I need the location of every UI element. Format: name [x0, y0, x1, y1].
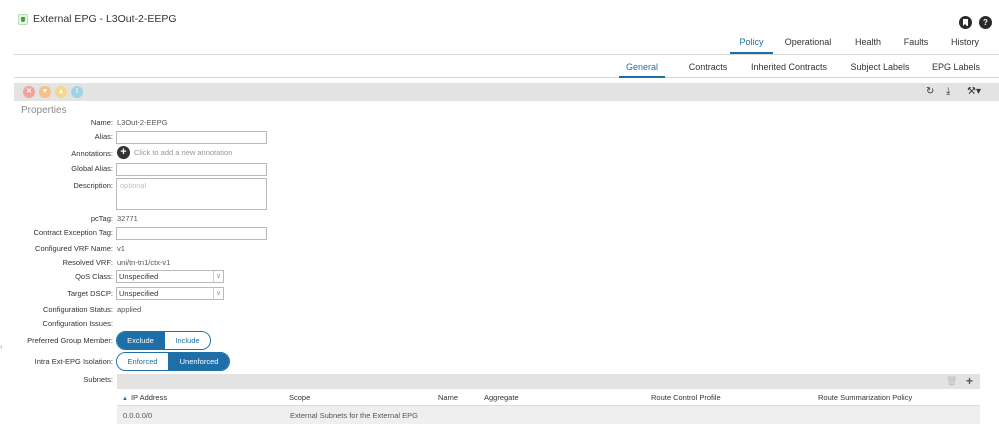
subtab-contracts[interactable]: Contracts — [686, 62, 730, 78]
column-header-ip-address[interactable]: ▲ IP Address — [122, 393, 167, 402]
global-alias-label: Global Alias: — [71, 164, 113, 173]
chevron-down-icon[interactable]: ∨ — [213, 271, 223, 282]
page-title: External EPG - L3Out-2-EEPG — [33, 13, 177, 25]
tab-health[interactable]: Health — [852, 37, 884, 54]
sub-tabs: General Contracts Inherited Contracts Su… — [14, 56, 999, 78]
download-icon[interactable]: ⤓ — [946, 86, 950, 98]
tab-faults[interactable]: Faults — [901, 37, 931, 54]
target-dscp-selected: Unspecified — [119, 289, 159, 298]
trash-icon[interactable]: 🗑 — [946, 376, 957, 387]
description-label: Description: — [73, 181, 113, 190]
target-dscp-select[interactable]: Unspecified ∨ — [116, 287, 224, 300]
major-fault-icon[interactable]: ▾ — [39, 86, 51, 98]
global-alias-input[interactable] — [116, 163, 267, 176]
column-header-name[interactable]: Name — [438, 393, 458, 402]
include-option[interactable]: Include — [163, 332, 210, 349]
subnets-table: 🗑 + ▲ IP Address Scope Name Aggregate Rou… — [117, 374, 980, 424]
sort-ascending-icon: ▲ — [122, 396, 128, 402]
config-issues-label: Configuration Issues: — [42, 319, 113, 328]
annotations-label: Annotations: — [71, 149, 113, 158]
resolved-vrf-value: uni/tn-tn1/ctx-v1 — [117, 258, 171, 267]
external-epg-shield-icon — [18, 14, 28, 25]
contract-exception-tag-input[interactable] — [116, 227, 267, 240]
table-row[interactable]: 0.0.0.0/0 External Subnets for the Exter… — [117, 405, 980, 424]
exclude-option[interactable]: Exclude — [117, 332, 164, 349]
window-edge-mark: ‹ — [0, 342, 3, 351]
subtab-inherited-contracts[interactable]: Inherited Contracts — [749, 62, 829, 78]
subtab-general[interactable]: General — [619, 62, 665, 78]
column-header-label: IP Address — [130, 393, 168, 402]
qos-class-select[interactable]: Unspecified ∨ — [116, 270, 224, 283]
tab-policy[interactable]: Policy — [730, 37, 773, 54]
refresh-icon[interactable]: ↻ — [926, 86, 934, 98]
tools-icon[interactable]: ⚒▾ — [967, 86, 981, 98]
enforced-option[interactable]: Enforced — [117, 353, 169, 370]
config-status-label: Configuration Status: — [42, 305, 113, 314]
help-icon[interactable]: ? — [979, 16, 992, 29]
chevron-down-icon[interactable]: ∨ — [213, 288, 223, 299]
subtab-epg-labels[interactable]: EPG Labels — [930, 62, 982, 78]
add-annotation-hint[interactable]: Click to add a new annotation — [134, 148, 232, 157]
column-header-route-summarization-policy[interactable]: Route Summarization Policy — [818, 393, 912, 402]
qos-class-label: QoS Class: — [75, 272, 113, 281]
subnets-toolbar: 🗑 + — [117, 374, 980, 389]
contract-exception-tag-label: Contract Exception Tag: — [33, 228, 114, 237]
resolved-vrf-label: Resolved VRF: — [62, 258, 113, 267]
section-title-properties: Properties — [21, 105, 67, 116]
unenforced-option[interactable]: Unenforced — [168, 353, 229, 370]
page-header: External EPG - L3Out-2-EEPG ? Policy Ope… — [14, 0, 999, 55]
column-header-aggregate[interactable]: Aggregate — [484, 393, 519, 402]
subtab-subject-labels[interactable]: Subject Labels — [848, 62, 912, 78]
tab-operational[interactable]: Operational — [782, 37, 834, 54]
preferred-group-toggle: Exclude Include — [116, 331, 211, 350]
cell-scope: External Subnets for the External EPG — [290, 411, 418, 420]
add-annotation-icon[interactable]: + — [117, 146, 130, 159]
column-header-scope[interactable]: Scope — [289, 393, 310, 402]
subnets-label: Subnets: — [83, 375, 113, 384]
minor-fault-icon[interactable]: ▴ — [55, 86, 67, 98]
main-tabs: Policy Operational Health Faults History — [14, 37, 999, 54]
cell-ip-address: 0.0.0.0/0 — [123, 411, 153, 420]
name-label: Name: — [90, 118, 113, 127]
intra-isolation-label: Intra Ext-EPG Isolation: — [34, 357, 113, 366]
description-textarea[interactable]: optional — [116, 178, 267, 210]
configured-vrf-value: v1 — [117, 244, 125, 253]
pctag-label: pcTag: — [90, 214, 113, 223]
config-status-value: applied — [117, 305, 142, 314]
critical-fault-icon[interactable]: ✕ — [23, 86, 35, 98]
pctag-value: 32771 — [117, 214, 138, 223]
preferred-group-label: Preferred Group Member: — [27, 336, 113, 345]
intra-isolation-toggle: Enforced Unenforced — [116, 352, 230, 371]
tab-history[interactable]: History — [949, 37, 981, 54]
alias-input[interactable] — [116, 131, 267, 144]
configured-vrf-label: Configured VRF Name: — [35, 244, 113, 253]
warning-fault-icon[interactable]: ! — [71, 86, 83, 98]
alias-label: Alias: — [94, 132, 113, 141]
add-subnet-icon[interactable]: + — [966, 374, 973, 389]
bookmark-icon[interactable] — [959, 16, 972, 29]
target-dscp-label: Target DSCP: — [67, 289, 113, 298]
properties-toolbar: ✕ ▾ ▴ ! ↻ ⤓ ⚒▾ — [14, 83, 999, 101]
column-header-route-control-profile[interactable]: Route Control Profile — [651, 393, 721, 402]
qos-class-selected: Unspecified — [119, 272, 159, 281]
name-value: L3Out-2-EEPG — [117, 118, 168, 127]
